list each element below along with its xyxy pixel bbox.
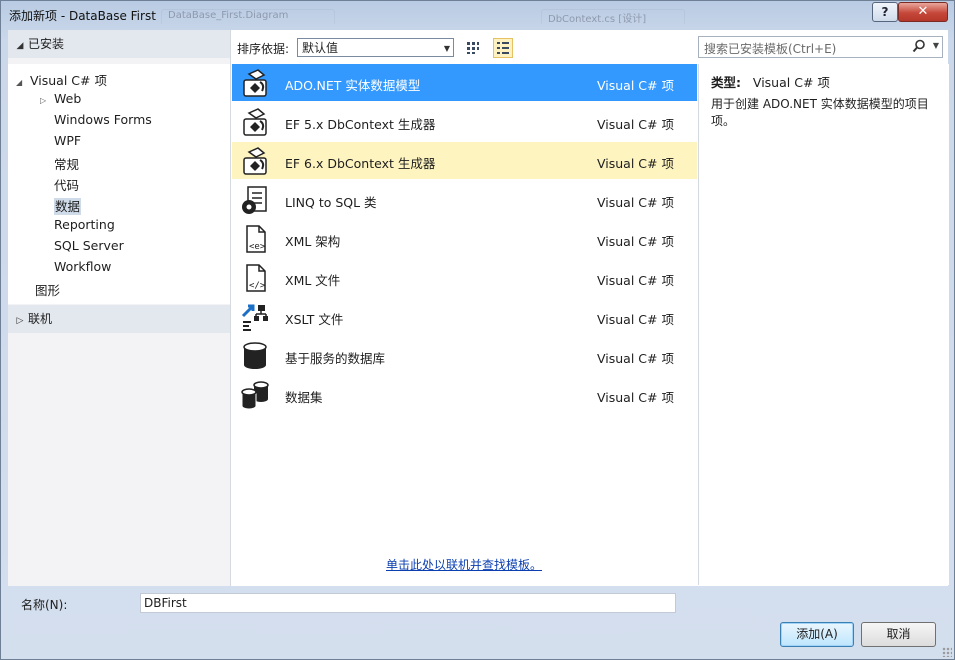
- sort-dropdown[interactable]: 默认值 ▼: [297, 38, 454, 57]
- template-language: Visual C# 项: [597, 390, 674, 405]
- template-language: Visual C# 项: [597, 312, 674, 327]
- search-installed-templates[interactable]: 搜索已安装模板(Ctrl+E) ▼: [698, 36, 943, 58]
- small-icons-view-button[interactable]: [463, 38, 483, 58]
- background-tab-ghost: DataBase_First.Diagram: [161, 9, 335, 24]
- type-line: 类型: Visual C# 项: [711, 72, 830, 91]
- template-row-xml-file[interactable]: </> XML 文件 Visual C# 项: [232, 259, 697, 296]
- tree-node-graphics[interactable]: 图形: [35, 280, 60, 299]
- tree-node-general[interactable]: 常规: [54, 154, 79, 173]
- chevron-down-icon: ▼: [932, 41, 939, 50]
- template-row-xslt-file[interactable]: XSLT 文件 Visual C# 项: [232, 298, 697, 335]
- template-row-dataset[interactable]: 数据集 Visual C# 项: [232, 376, 697, 413]
- online-header[interactable]: ▷ 联机: [8, 305, 230, 333]
- title-bar[interactable]: 添加新项 - DataBase First DataBase_First.Dia…: [1, 1, 954, 29]
- window-title: 添加新项 - DataBase First: [9, 9, 156, 23]
- template-row-xml-schema[interactable]: <e> XML 架构 Visual C# 项: [232, 220, 697, 257]
- template-language: Visual C# 项: [597, 273, 674, 288]
- installed-header[interactable]: ◢ 已安装: [8, 30, 230, 58]
- tree-node-web[interactable]: ▷ Web: [40, 91, 81, 106]
- tree-node-windows-forms[interactable]: Windows Forms: [54, 112, 152, 127]
- xml-file-icon: </>: [246, 264, 266, 292]
- type-label: 类型:: [711, 75, 741, 90]
- template-language: Visual C# 项: [597, 156, 674, 171]
- grid-view-icon: [467, 42, 479, 54]
- description-pane: 类型: Visual C# 项 用于创建 ADO.NET 实体数据模型的项目项。: [698, 64, 949, 585]
- template-language: Visual C# 项: [597, 195, 674, 210]
- entity-model-icon: [243, 69, 267, 97]
- resize-grip[interactable]: [942, 647, 952, 657]
- cancel-button[interactable]: 取消: [861, 622, 936, 647]
- name-input[interactable]: DBFirst: [140, 593, 676, 613]
- close-button[interactable]: ✕: [898, 2, 948, 22]
- dataset-icon: [241, 381, 269, 410]
- add-new-item-dialog: 添加新项 - DataBase First DataBase_First.Dia…: [0, 0, 955, 660]
- add-button[interactable]: 添加(A): [780, 622, 854, 647]
- template-language: Visual C# 项: [597, 351, 674, 366]
- details-view-button[interactable]: [493, 38, 513, 58]
- name-label: 名称(N):: [21, 598, 68, 612]
- svg-text:<e>: <e>: [249, 242, 266, 252]
- tree-node-sql-server[interactable]: SQL Server: [54, 238, 124, 253]
- svg-text:</>: </>: [249, 281, 266, 291]
- template-row-ado-net-entity-model[interactable]: ADO.NET 实体数据模型 Visual C# 项: [232, 64, 697, 101]
- dbcontext-generator-icon: [243, 108, 267, 136]
- template-language: Visual C# 项: [597, 78, 674, 93]
- template-name: 基于服务的数据库: [285, 351, 386, 366]
- dialog-client: ◢ 已安装 ◢ Visual C# 项 ▷ Web Windows Forms WPF…: [8, 30, 949, 586]
- help-button[interactable]: ?: [872, 2, 898, 22]
- tree-node-visual-csharp[interactable]: ◢ Visual C# 项: [16, 70, 107, 89]
- template-list: ADO.NET 实体数据模型 Visual C# 项 EF 5.x DbCont…: [232, 64, 697, 585]
- sort-toolbar: 排序依据: 默认值 ▼: [230, 30, 698, 64]
- template-name: EF 5.x DbContext 生成器: [285, 117, 436, 132]
- linq-to-sql-icon: [242, 186, 267, 214]
- chevron-down-icon: ▼: [443, 44, 450, 53]
- expanded-triangle-icon: ◢: [16, 41, 24, 51]
- tree-node-wpf[interactable]: WPF: [54, 133, 81, 148]
- template-row-ef6-dbcontext[interactable]: EF 6.x DbContext 生成器 Visual C# 项: [232, 142, 697, 179]
- search-icon: [912, 39, 925, 53]
- xml-schema-icon: <e>: [246, 225, 266, 253]
- tree-node-code[interactable]: 代码: [54, 175, 79, 194]
- xslt-file-icon: [241, 304, 268, 331]
- sort-label: 排序依据:: [237, 42, 290, 56]
- description-text: 用于创建 ADO.NET 实体数据模型的项目项。: [711, 97, 929, 128]
- template-row-ef5-dbcontext[interactable]: EF 5.x DbContext 生成器 Visual C# 项: [232, 103, 697, 140]
- online-templates-link[interactable]: 单击此处以联机并查找模板。: [386, 556, 542, 573]
- template-name: XSLT 文件: [285, 312, 344, 327]
- collapsed-triangle-icon: ▷: [16, 316, 24, 326]
- template-language: Visual C# 项: [597, 117, 674, 132]
- template-name: 数据集: [285, 390, 323, 405]
- dbcontext-generator-icon: [243, 147, 267, 175]
- tree-node-data[interactable]: 数据: [54, 196, 82, 215]
- search-placeholder: 搜索已安装模板(Ctrl+E): [704, 42, 837, 56]
- category-tree: ◢ Visual C# 项 ▷ Web Windows Forms WPF 常规 代…: [8, 64, 230, 304]
- template-name: EF 6.x DbContext 生成器: [285, 156, 436, 171]
- template-name: ADO.NET 实体数据模型: [285, 78, 421, 93]
- type-value: Visual C# 项: [752, 75, 830, 90]
- category-pane: ◢ 已安装 ◢ Visual C# 项 ▷ Web Windows Forms WPF…: [8, 30, 231, 586]
- template-row-linq-to-sql[interactable]: LINQ to SQL 类 Visual C# 项: [232, 181, 697, 218]
- template-name: XML 架构: [285, 234, 341, 249]
- template-row-service-database[interactable]: 基于服务的数据库 Visual C# 项: [232, 337, 697, 374]
- template-name: LINQ to SQL 类: [285, 195, 377, 210]
- tree-node-reporting[interactable]: Reporting: [54, 217, 115, 232]
- tree-node-workflow[interactable]: Workflow: [54, 259, 111, 274]
- collapsed-triangle-icon: ▷: [40, 96, 47, 105]
- expanded-triangle-icon: ◢: [16, 78, 23, 87]
- template-name: XML 文件: [285, 273, 341, 288]
- background-tab-ghost: DbContext.cs [设计]: [541, 9, 685, 25]
- template-language: Visual C# 项: [597, 234, 674, 249]
- database-icon: [243, 342, 267, 369]
- list-view-icon: [497, 42, 509, 54]
